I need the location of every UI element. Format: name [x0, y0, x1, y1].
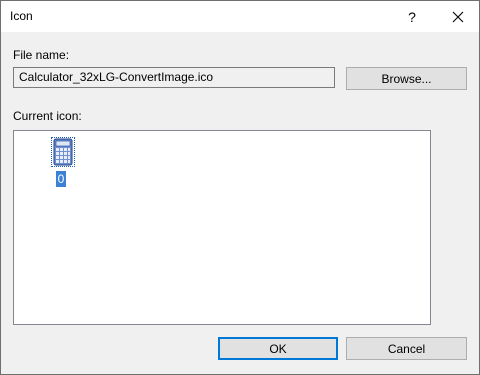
icon-list[interactable]: 0 [13, 130, 431, 325]
file-name-label: File name: [13, 48, 70, 62]
help-button[interactable]: ? [397, 1, 427, 32]
close-icon [452, 11, 464, 22]
title-bar: Icon ? [1, 1, 479, 32]
browse-button[interactable]: Browse... [346, 67, 467, 90]
ok-button[interactable]: OK [218, 337, 338, 360]
calculator-icon [51, 137, 75, 167]
icon-index-label: 0 [56, 171, 66, 187]
current-icon-label: Current icon: [13, 109, 82, 123]
window-title: Icon [10, 9, 33, 23]
cancel-button[interactable]: Cancel [346, 337, 467, 360]
icon-list-item[interactable]: 0 [48, 135, 75, 187]
close-button[interactable] [441, 1, 475, 32]
icon-dialog: Icon ? File name: Calculator_32xLG-Conve… [0, 0, 480, 375]
file-name-field[interactable]: Calculator_32xLG-ConvertImage.ico [13, 67, 335, 88]
